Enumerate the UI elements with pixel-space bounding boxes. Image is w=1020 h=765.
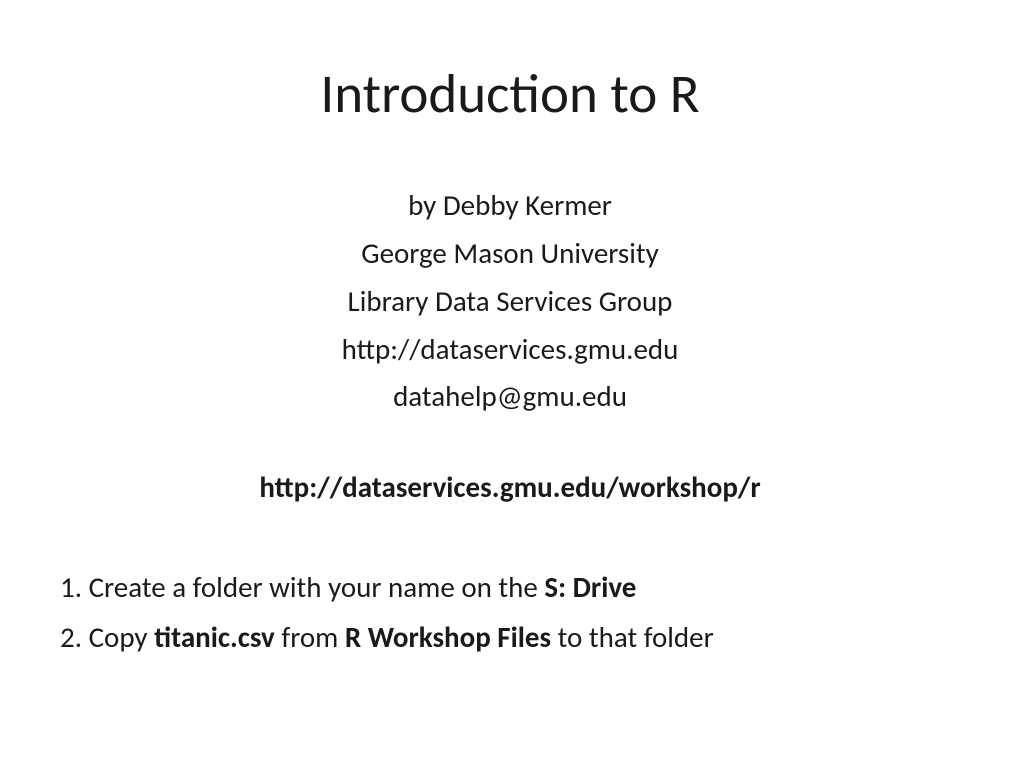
instruction-2: 2. Copy titanic.csv from R Workshop File… [60, 613, 960, 662]
instruction-1: 1. Create a folder with your name on the… [60, 563, 960, 612]
university-line: George Mason University [60, 230, 960, 278]
slide-container: Introduction to R by Debby Kermer George… [0, 0, 1020, 765]
instructions-block: 1. Create a folder with your name on the… [60, 563, 960, 662]
instruction-2-suffix: to that folder [551, 619, 714, 655]
instruction-1-prefix: 1. Create a folder with your name on the [60, 569, 544, 605]
slide-title: Introduction to R [60, 60, 960, 127]
group-line: Library Data Services Group [60, 278, 960, 326]
info-block: by Debby Kermer George Mason University … [60, 182, 960, 421]
instruction-2-prefix: 2. Copy [60, 619, 154, 655]
email-line: datahelp@gmu.edu [60, 373, 960, 421]
url-line: http://dataservices.gmu.edu [60, 326, 960, 374]
instruction-2-bold1: titanic.csv [154, 619, 275, 655]
workshop-url: http://dataservices.gmu.edu/workshop/r [60, 469, 960, 505]
author-line: by Debby Kermer [60, 182, 960, 230]
instruction-2-bold2: R Workshop Files [345, 619, 551, 655]
instruction-2-mid: from [275, 619, 345, 655]
instruction-1-bold: S: Drive [544, 569, 636, 605]
